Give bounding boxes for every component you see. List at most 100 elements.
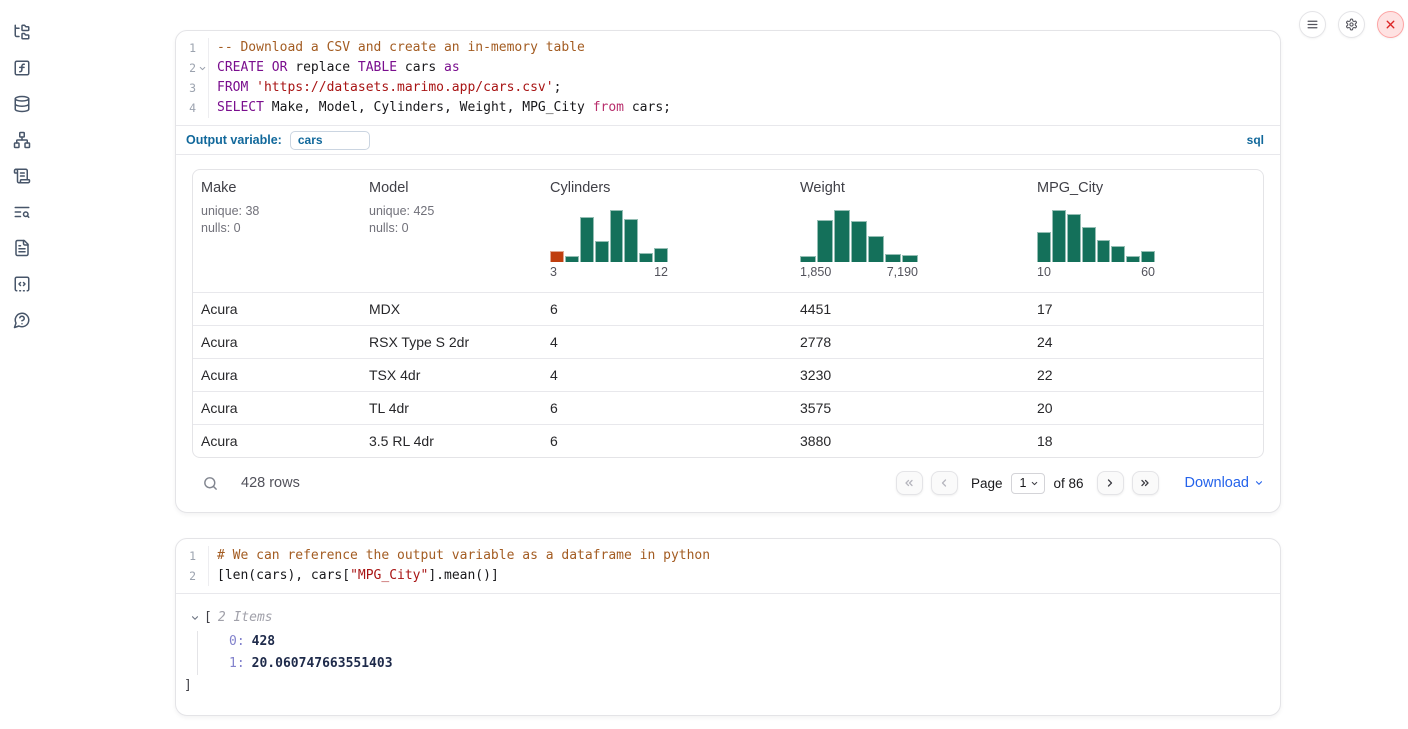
histogram-bar[interactable] [851, 221, 867, 262]
histogram-bar[interactable] [654, 248, 668, 262]
histogram-bar[interactable] [868, 236, 884, 262]
sidebar-item-help[interactable] [13, 311, 31, 329]
histogram-bar[interactable] [1037, 232, 1051, 262]
histogram-bar[interactable] [1126, 256, 1140, 262]
table-row[interactable]: AcuraTL 4dr6357520 [193, 391, 1263, 424]
column-header-cylinders[interactable]: Cylinders312 [542, 170, 792, 292]
histogram-bar[interactable] [624, 219, 638, 262]
table-cell[interactable]: 6 [542, 391, 792, 424]
table-cell[interactable]: 20 [1029, 391, 1263, 424]
next-page-button[interactable] [1097, 471, 1124, 495]
sidebar-item-dependency-graph[interactable] [13, 131, 31, 149]
table-cell[interactable]: 3.5 RL 4dr [361, 424, 542, 457]
network-icon [13, 131, 31, 149]
code-text[interactable]: CREATE OR replace TABLE cars as [208, 58, 1280, 78]
column-header-mpg_city[interactable]: MPG_City1060 [1029, 170, 1263, 292]
histogram-bar[interactable] [834, 210, 850, 262]
sidebar-item-data-sources[interactable] [13, 95, 31, 113]
table-row[interactable]: Acura3.5 RL 4dr6388018 [193, 424, 1263, 457]
table-cell[interactable]: 3230 [792, 358, 1029, 391]
code-line[interactable]: 1# We can reference the output variable … [176, 546, 1280, 566]
histogram-bar[interactable] [1111, 246, 1125, 262]
histogram-bar[interactable] [595, 241, 609, 262]
histogram-bar[interactable] [565, 256, 579, 262]
code-text[interactable]: SELECT Make, Model, Cylinders, Weight, M… [208, 98, 1280, 118]
table-cell[interactable]: MDX [361, 292, 542, 325]
sidebar-item-logs[interactable] [13, 203, 31, 221]
language-badge[interactable]: sql [1247, 133, 1264, 147]
search-button[interactable] [202, 474, 220, 492]
column-histogram[interactable] [800, 210, 918, 262]
column-header-weight[interactable]: Weight1,8507,190 [792, 170, 1029, 292]
column-histogram[interactable] [550, 210, 668, 262]
column-header-model[interactable]: Modelunique: 425nulls: 0 [361, 170, 542, 292]
sidebar-item-variables[interactable] [13, 59, 31, 77]
table-cell[interactable]: 3575 [792, 391, 1029, 424]
table-cell[interactable]: 4 [542, 325, 792, 358]
table-row[interactable]: AcuraRSX Type S 2dr4277824 [193, 325, 1263, 358]
histogram-bar[interactable] [1082, 227, 1096, 262]
code-text[interactable]: [len(cars), cars["MPG_City"].mean()] [208, 566, 1280, 586]
code-line[interactable]: 1-- Download a CSV and create an in-memo… [176, 38, 1280, 58]
table-cell[interactable]: 4451 [792, 292, 1029, 325]
collapse-toggle[interactable] [190, 613, 200, 623]
python-code-editor[interactable]: 1# We can reference the output variable … [176, 539, 1280, 593]
table-cell[interactable]: 24 [1029, 325, 1263, 358]
page-select[interactable]: 1 [1011, 473, 1046, 494]
histogram-bar[interactable] [580, 217, 594, 262]
table-cell[interactable]: 4 [542, 358, 792, 391]
table-cell[interactable]: 22 [1029, 358, 1263, 391]
table-row[interactable]: AcuraTSX 4dr4323022 [193, 358, 1263, 391]
histogram-bar[interactable] [1097, 240, 1111, 262]
histogram-bar[interactable] [550, 251, 564, 262]
code-line[interactable]: 2CREATE OR replace TABLE cars as [176, 58, 1280, 78]
table-cell[interactable]: 18 [1029, 424, 1263, 457]
table-cell[interactable]: TSX 4dr [361, 358, 542, 391]
settings-button[interactable] [1338, 11, 1365, 38]
table-cell[interactable]: 3880 [792, 424, 1029, 457]
histogram-bar[interactable] [800, 256, 816, 262]
output-variable-input[interactable] [290, 131, 370, 150]
open-bracket: [ [204, 609, 212, 627]
first-page-button[interactable] [896, 471, 923, 495]
fold-chevron-icon[interactable] [196, 64, 208, 73]
code-line[interactable]: 3FROM 'https://datasets.marimo.app/cars.… [176, 78, 1280, 98]
sidebar-item-scratchpad[interactable] [13, 167, 31, 185]
code-line[interactable]: 4SELECT Make, Model, Cylinders, Weight, … [176, 98, 1280, 118]
code-text[interactable]: FROM 'https://datasets.marimo.app/cars.c… [208, 78, 1280, 98]
table-cell[interactable]: 6 [542, 424, 792, 457]
table-cell[interactable]: 6 [542, 292, 792, 325]
table-cell[interactable]: Acura [193, 391, 361, 424]
sql-code-editor[interactable]: 1-- Download a CSV and create an in-memo… [176, 31, 1280, 125]
table-cell[interactable]: RSX Type S 2dr [361, 325, 542, 358]
sidebar-item-snippets[interactable] [13, 275, 31, 293]
histogram-bar[interactable] [885, 254, 901, 262]
histogram-bar[interactable] [1067, 214, 1081, 262]
table-cell[interactable]: Acura [193, 358, 361, 391]
download-button[interactable]: Download [1185, 475, 1265, 491]
table-cell[interactable]: Acura [193, 325, 361, 358]
histogram-bar[interactable] [610, 210, 624, 262]
histogram-bar[interactable] [817, 220, 833, 262]
menu-button[interactable] [1299, 11, 1326, 38]
table-cell[interactable]: 17 [1029, 292, 1263, 325]
prev-page-button[interactable] [931, 471, 958, 495]
sidebar-item-file-explorer[interactable] [13, 23, 31, 41]
table-cell[interactable]: Acura [193, 292, 361, 325]
table-cell[interactable]: Acura [193, 424, 361, 457]
column-header-make[interactable]: Makeunique: 38nulls: 0 [193, 170, 361, 292]
last-page-button[interactable] [1132, 471, 1159, 495]
close-button[interactable] [1377, 11, 1404, 38]
table-cell[interactable]: TL 4dr [361, 391, 542, 424]
code-text[interactable]: # We can reference the output variable a… [208, 546, 1280, 566]
histogram-bar[interactable] [1141, 251, 1155, 262]
code-line[interactable]: 2[len(cars), cars["MPG_City"].mean()] [176, 566, 1280, 586]
table-row[interactable]: AcuraMDX6445117 [193, 292, 1263, 325]
code-text[interactable]: -- Download a CSV and create an in-memor… [208, 38, 1280, 58]
histogram-bar[interactable] [902, 255, 918, 262]
column-histogram[interactable] [1037, 210, 1155, 262]
histogram-bar[interactable] [639, 253, 653, 262]
table-cell[interactable]: 2778 [792, 325, 1029, 358]
sidebar-item-documentation[interactable] [13, 239, 31, 257]
histogram-bar[interactable] [1052, 210, 1066, 262]
